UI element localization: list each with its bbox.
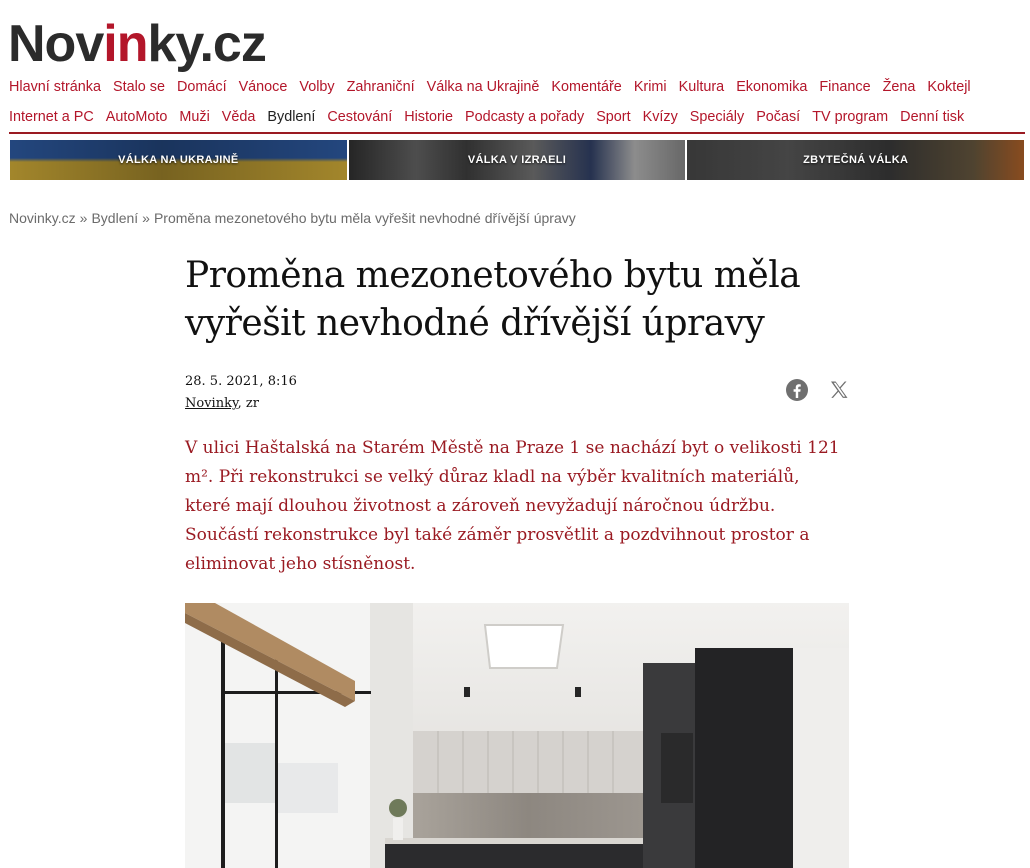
nav-item-bydleni[interactable]: Bydlení [267,109,315,125]
nav-item-zena[interactable]: Žena [883,79,916,95]
site-logo[interactable]: Novinky.cz [8,14,267,74]
nav-item-domaci[interactable]: Domácí [177,79,227,95]
nav-item-denni-tisk[interactable]: Denní tisk [900,109,964,125]
nav-item-internet-a-pc[interactable]: Internet a PC [9,109,94,125]
nav-item-muzi[interactable]: Muži [179,109,209,125]
facebook-icon[interactable] [785,378,809,402]
article-source-link[interactable]: Novinky [185,396,238,411]
banner-valka-v-izraeli[interactable]: VÁLKA V IZRAELI [348,140,686,180]
logo-suffix: ky.cz [147,15,266,73]
main-nav-row-1: Hlavní stránka Stalo se Domácí Vánoce Volby Z… [9,79,983,95]
breadcrumb-home[interactable]: Novinky.cz [9,210,76,226]
nav-item-volby[interactable]: Volby [299,79,334,95]
nav-item-cestovani[interactable]: Cestování [327,109,392,125]
banner-label: VÁLKA V IZRAELI [467,154,567,166]
nav-item-zahranicni[interactable]: Zahraniční [347,79,415,95]
nav-item-hlavni-stranka[interactable]: Hlavní stránka [9,79,101,95]
nav-item-komentare[interactable]: Komentáře [551,79,621,95]
article-date: 28. 5. 2021, 8:16 [185,374,297,389]
nav-item-podcasty-a-porady[interactable]: Podcasty a pořady [465,109,584,125]
nav-item-koktejl[interactable]: Koktejl [927,79,970,95]
nav-divider [9,132,1025,134]
nav-item-specialy[interactable]: Speciály [690,109,744,125]
share-buttons [785,378,851,402]
nav-item-kultura[interactable]: Kultura [679,79,725,95]
banner-label: VÁLKA NA UKRAJINĚ [118,154,239,166]
nav-item-veda[interactable]: Věda [222,109,256,125]
banner-label: ZBYTEČNÁ VÁLKA [803,154,909,166]
nav-item-tv-program[interactable]: TV program [812,109,888,125]
nav-item-ekonomika[interactable]: Ekonomika [736,79,807,95]
article-author-suffix: , zr [237,396,259,411]
topic-banners: VÁLKA NA UKRAJINĚ VÁLKA V IZRAELI ZBYTEČ… [10,140,1025,180]
nav-item-vanoce[interactable]: Vánoce [239,79,288,95]
kitchen-photo [185,603,849,868]
breadcrumb-separator: » [79,210,88,226]
logo-accent: in [103,15,148,73]
nav-item-valka-na-ukrajine[interactable]: Válka na Ukrajině [427,79,540,95]
logo-prefix: Nov [8,15,104,73]
nav-item-stalo-se[interactable]: Stalo se [113,79,165,95]
breadcrumb-section[interactable]: Bydlení [91,210,138,226]
article-title: Proměna mezonetového bytu měla vyřešit n… [185,255,801,344]
banner-valka-na-ukrajine[interactable]: VÁLKA NA UKRAJINĚ [10,140,347,180]
breadcrumb-current: Proměna mezonetového bytu měla vyřešit n… [153,210,576,226]
nav-item-pocasi[interactable]: Počasí [756,109,800,125]
nav-item-sport[interactable]: Sport [596,109,630,125]
article-main-photo[interactable] [185,603,849,868]
breadcrumb: Novinky.cz» Bydlení» Proměna mezonetového … [9,210,576,226]
breadcrumb-separator: » [142,210,150,226]
nav-item-finance[interactable]: Finance [819,79,870,95]
nav-item-kvizy[interactable]: Kvízy [643,109,678,125]
nav-item-automoto[interactable]: AutoMoto [106,109,168,125]
x-icon[interactable] [827,378,851,402]
main-nav-row-2: Internet a PC AutoMoto Muži Věda Bydlení Cest… [9,109,976,125]
banner-zbytecna-valka[interactable]: ZBYTEČNÁ VÁLKA [687,140,1025,180]
article-meta: 28. 5. 2021, 8:16 Novinky, zr [185,371,297,415]
article-perex: V ulici Haštalská na Starém Městě na Pra… [185,438,840,574]
article-byline: Novinky, zr [185,393,297,415]
nav-item-krimi[interactable]: Krimi [634,79,667,95]
nav-item-historie[interactable]: Historie [404,109,453,125]
